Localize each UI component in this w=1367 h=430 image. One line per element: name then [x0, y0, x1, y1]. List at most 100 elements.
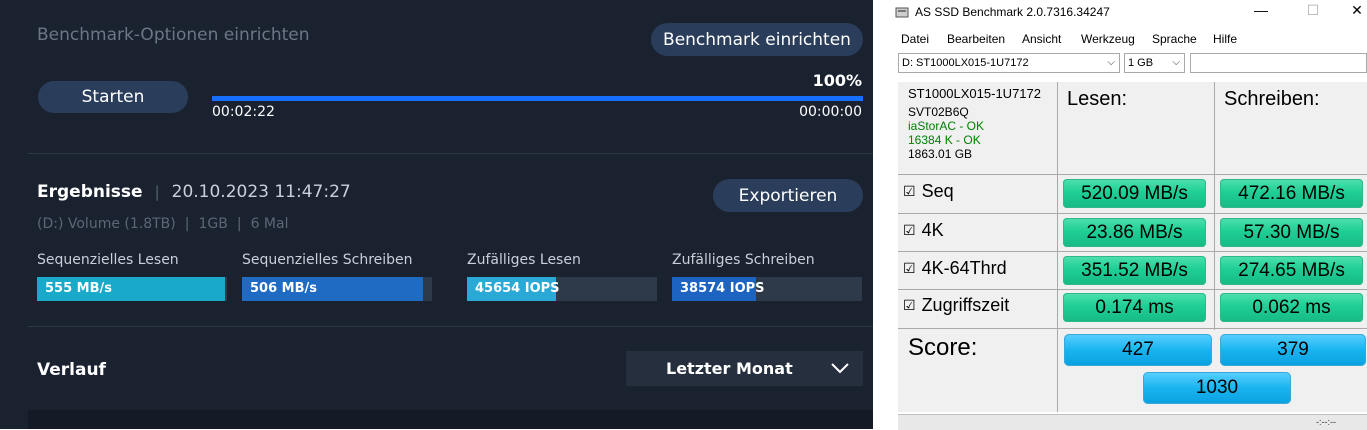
drive-select-value: D: ST1000LX015-1U7172	[902, 57, 1029, 69]
row-label: 4K-64Thrd	[921, 258, 1007, 278]
metric-label-rand-read: Zufälliges Lesen	[467, 252, 581, 268]
grid-line	[898, 289, 1367, 290]
free-text-input[interactable]	[1190, 53, 1367, 73]
magician-benchmark-panel: Benchmark-Optionen einrichten Benchmark …	[0, 0, 873, 429]
seq-write-result: 472.16 MB/s	[1220, 179, 1363, 208]
write-score: 379	[1220, 334, 1366, 366]
menu-bearbeiten[interactable]: Bearbeiten	[947, 32, 1005, 46]
drive-firmware: SVT02B6Q	[908, 105, 969, 119]
menu-bar: Datei Bearbeiten Ansicht Werkzeug Sprach…	[873, 30, 1367, 48]
window-title: AS SSD Benchmark 2.0.7316.34247	[915, 5, 1110, 19]
divider	[28, 153, 873, 154]
results-heading: Ergebnisse	[37, 182, 143, 202]
metric-bar-seq-write: 506 MB/s	[242, 277, 432, 301]
size-label: 1GB	[198, 216, 228, 232]
grid-line	[898, 174, 1367, 175]
metric-value: 506 MB/s	[250, 281, 317, 296]
drive-capacity: 1863.01 GB	[908, 147, 973, 161]
export-button[interactable]: Exportieren	[713, 179, 863, 212]
grid-line	[1214, 82, 1215, 330]
runs-label: 6 Mal	[250, 216, 289, 232]
minimize-button[interactable]: —	[1247, 2, 1275, 18]
row-label: 4K	[921, 220, 944, 240]
metric-value: 38574 IOPS	[680, 281, 765, 296]
row-access-time[interactable]: ☑ Zugriffszeit	[903, 295, 1009, 316]
metric-value: 555 MB/s	[45, 281, 112, 296]
separator: |	[184, 216, 190, 232]
4k-read-result: 23.86 MB/s	[1063, 218, 1206, 247]
metric-bar-rand-read: 45654 IOPS	[467, 277, 657, 301]
chevron-down-icon: ⌵	[1172, 57, 1180, 68]
drive-model: ST1000LX015-1U7172	[908, 86, 1041, 101]
4k64-write-result: 274.65 MB/s	[1220, 256, 1363, 285]
separator: |	[236, 216, 242, 232]
row-4k[interactable]: ☑ 4K	[903, 220, 944, 241]
write-column-header: Schreiben:	[1224, 88, 1320, 110]
menu-werkzeug[interactable]: Werkzeug	[1081, 32, 1135, 46]
total-score: 1030	[1143, 372, 1291, 404]
benchmark-options-title: Benchmark-Optionen einrichten	[37, 25, 310, 45]
drive-select[interactable]: D: ST1000LX015-1U7172 ⌵	[898, 53, 1120, 73]
read-column-header: Lesen:	[1067, 88, 1128, 110]
checkbox-icon[interactable]: ☑	[903, 260, 916, 277]
metric-bar-seq-read: 555 MB/s	[37, 277, 227, 301]
read-score: 427	[1064, 334, 1212, 366]
setup-benchmark-button[interactable]: Benchmark einrichten	[651, 23, 863, 56]
driver-status: iaStorAC - OK	[908, 119, 985, 133]
progress-fill	[212, 96, 863, 101]
4k64-read-result: 351.52 MB/s	[1063, 256, 1206, 285]
results-timestamp: 20.10.2023 11:47:27	[171, 182, 351, 202]
row-label: Seq	[921, 181, 954, 201]
checkbox-icon[interactable]: ☑	[903, 183, 916, 200]
metric-label-seq-read: Sequenzielles Lesen	[37, 252, 179, 268]
metric-value: 45654 IOPS	[475, 281, 560, 296]
metric-label-rand-write: Zufälliges Schreiben	[672, 252, 815, 268]
row-seq[interactable]: ☑ Seq	[903, 181, 954, 202]
grid-line	[898, 251, 1367, 252]
drive-info: ST1000LX015-1U7172 SVT02B6Q iaStorAC - O…	[908, 86, 1041, 162]
history-label: Verlauf	[37, 360, 106, 380]
score-label: Score:	[908, 334, 978, 361]
results-meta: (D:) Volume (1.8TB) | 1GB | 6 Mal	[37, 216, 288, 232]
row-label: Zugriffszeit	[921, 295, 1010, 315]
access-write-result: 0.062 ms	[1220, 293, 1363, 322]
start-button[interactable]: Starten	[38, 81, 188, 113]
chevron-down-icon	[831, 363, 849, 374]
menu-ansicht[interactable]: Ansicht	[1022, 32, 1061, 46]
progress-percent: 100%	[812, 71, 862, 90]
history-chart-area	[28, 410, 873, 429]
alignment-status: 16384 K - OK	[908, 133, 981, 147]
app-icon	[895, 7, 909, 18]
divider	[28, 326, 873, 327]
size-select[interactable]: 1 GB ⌵	[1124, 53, 1185, 73]
4k-write-result: 57.30 MB/s	[1220, 218, 1363, 247]
metric-label-seq-write: Sequenzielles Schreiben	[242, 252, 413, 268]
close-button[interactable]: ✕	[1343, 2, 1367, 19]
maximize-button[interactable]: ☐	[1299, 2, 1327, 19]
remaining-time: 00:00:00	[799, 104, 862, 120]
size-select-value: 1 GB	[1128, 57, 1154, 69]
as-ssd-window: AS SSD Benchmark 2.0.7316.34247 — ☐ ✕ Da…	[873, 0, 1367, 430]
checkbox-icon[interactable]: ☑	[903, 297, 916, 314]
grid-line	[1057, 82, 1058, 412]
chevron-down-icon: ⌵	[1107, 57, 1115, 68]
menu-datei[interactable]: Datei	[901, 32, 929, 46]
access-read-result: 0.174 ms	[1063, 293, 1206, 322]
title-bar: AS SSD Benchmark 2.0.7316.34247 — ☐ ✕	[873, 0, 1367, 26]
row-4k-64thrd[interactable]: ☑ 4K-64Thrd	[903, 258, 1007, 279]
checkbox-icon[interactable]: ☑	[903, 222, 916, 239]
status-time: -:--:--	[1316, 417, 1336, 427]
elapsed-time: 00:02:22	[212, 104, 275, 120]
separator: |	[154, 183, 160, 201]
menu-hilfe[interactable]: Hilfe	[1213, 32, 1237, 46]
grid-line	[898, 213, 1367, 214]
results-header: Ergebnisse | 20.10.2023 11:47:27	[37, 182, 351, 202]
status-bar	[898, 414, 1367, 430]
metric-bar-rand-write: 38574 IOPS	[672, 277, 862, 301]
dropdown-value: Letzter Monat	[666, 359, 793, 378]
history-period-dropdown[interactable]: Letzter Monat	[626, 351, 863, 386]
seq-read-result: 520.09 MB/s	[1063, 179, 1206, 208]
grid-line	[898, 328, 1367, 329]
menu-sprache[interactable]: Sprache	[1152, 32, 1197, 46]
volume-label: (D:) Volume (1.8TB)	[37, 216, 176, 232]
